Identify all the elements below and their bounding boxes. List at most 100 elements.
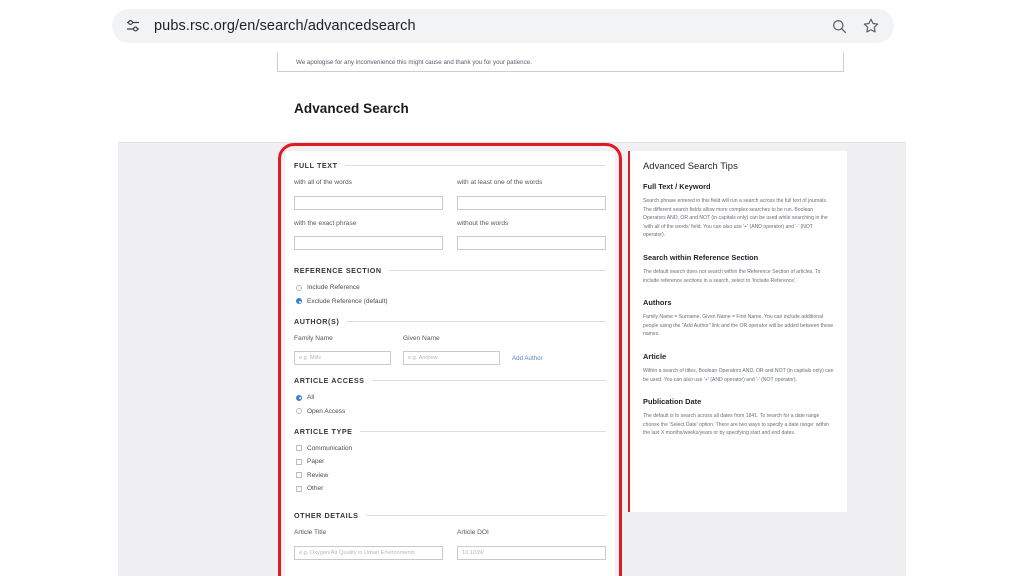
section-header-full-text-label: FULL TEXT	[294, 161, 338, 170]
field-label-all-of-the-words: with all of the words	[294, 179, 352, 186]
field-label-without-the-words: without the words	[457, 219, 509, 227]
radio-access-all[interactable]: All	[296, 393, 606, 402]
field-all-of-the-words: with all of the words	[294, 178, 443, 210]
add-author-link[interactable]: Add Author	[512, 355, 543, 365]
field-given-name: Given Name	[403, 334, 500, 365]
radio-label-include-reference: Include Reference	[307, 284, 360, 291]
tune-sliders-icon[interactable]	[122, 15, 144, 37]
tip-body-publication-date: The default is to search across all date…	[643, 413, 829, 437]
field-exact-phrase: with the exact phrase	[294, 219, 443, 250]
section-divider	[344, 165, 606, 166]
browser-chrome: pubs.rsc.org/en/search/advancedsearch	[0, 0, 1024, 52]
tip-heading-article: Article	[643, 351, 667, 361]
star-bookmark-icon[interactable]	[856, 11, 886, 41]
tip-body-article: Within a search of titles, Boolean Opera…	[643, 367, 834, 383]
checkbox-icon-unchecked[interactable]	[296, 458, 302, 465]
tip-body-authors: Family Name = Surname, Given Name = Firs…	[643, 314, 834, 338]
checkbox-other[interactable]: Other	[296, 484, 606, 493]
full-text-row-1: with all of the words with at least one …	[294, 178, 606, 210]
search-icon[interactable]	[824, 11, 854, 41]
advanced-search-form: FULL TEXT with all of the words with at …	[285, 151, 615, 576]
section-header-authors-label: AUTHOR(S)	[294, 316, 340, 326]
checkbox-icon-unchecked[interactable]	[296, 472, 302, 478]
section-divider	[371, 380, 606, 381]
section-divider	[365, 515, 606, 516]
section-header-authors: AUTHOR(S)	[294, 317, 606, 326]
input-without-the-words[interactable]	[457, 236, 606, 250]
tip-heading-full-text-keyword: Full Text / Keyword	[643, 182, 711, 191]
article-type-options: Communication Paper Review Other	[296, 444, 606, 494]
checkbox-label-review: Review	[307, 471, 329, 479]
input-article-doi[interactable]	[457, 545, 606, 560]
input-given-name[interactable]	[403, 351, 500, 365]
input-family-name[interactable]	[294, 351, 391, 365]
field-label-exact-phrase: with the exact phrase	[294, 219, 357, 227]
checkbox-icon-unchecked[interactable]	[296, 485, 302, 492]
checkbox-label-communication: Communication	[307, 444, 353, 452]
other-details-row: Article Title Article DOI	[294, 528, 606, 560]
field-label-family-name: Family Name	[294, 334, 333, 342]
checkbox-label-paper: Paper	[307, 458, 325, 465]
radio-access-open-access[interactable]: Open Access	[296, 407, 606, 416]
checkbox-paper[interactable]: Paper	[296, 457, 606, 466]
radio-icon-checked[interactable]	[296, 298, 302, 304]
checkbox-communication[interactable]: Communication	[296, 444, 606, 453]
input-article-title[interactable]	[294, 545, 443, 560]
article-access-options: All Open Access	[296, 393, 606, 416]
advanced-search-tips-panel: Advanced Search Tips Full Text / Keyword…	[628, 151, 847, 512]
radio-label-exclude-reference: Exclude Reference (default)	[307, 297, 388, 305]
section-header-reference-section: REFERENCE SECTION	[294, 266, 606, 275]
checkbox-label-other: Other	[307, 485, 324, 492]
input-exact-phrase[interactable]	[294, 236, 443, 250]
author-fields-row: Family Name Given Name Add Author	[294, 334, 606, 365]
field-at-least-one-of-the-words: with at least one of the words	[457, 178, 606, 210]
radio-icon-unchecked[interactable]	[296, 284, 302, 291]
tip-body-full-text-keyword: Search phrase entered in this field will…	[643, 198, 828, 239]
tip-heading-reference-section: Search within Reference Section	[643, 252, 759, 262]
section-divider	[346, 320, 606, 322]
section-header-full-text: FULL TEXT	[294, 161, 606, 170]
radio-exclude-reference[interactable]: Exclude Reference (default)	[296, 297, 606, 306]
tip-heading-authors: Authors	[643, 298, 672, 308]
tip-body-reference-section: The default search does not search withi…	[643, 268, 821, 284]
full-text-row-2: with the exact phrase without the words	[294, 219, 606, 250]
field-article-doi: Article DOI	[457, 528, 606, 560]
radio-icon-unchecked[interactable]	[296, 408, 302, 414]
checkbox-icon-unchecked[interactable]	[296, 445, 302, 451]
reference-section-options: Include Reference Exclude Reference (def…	[296, 283, 606, 306]
section-header-reference-section-label: REFERENCE SECTION	[294, 266, 382, 275]
page-title: Advanced Search	[294, 101, 409, 116]
field-label-at-least-one-of-the-words: with at least one of the words	[457, 179, 543, 186]
field-article-title: Article Title	[294, 528, 443, 560]
section-divider	[359, 430, 606, 432]
section-header-article-access-label: ARTICLE ACCESS	[294, 376, 365, 385]
page-viewport: Access to any catalogue is now restricte…	[0, 52, 1024, 576]
section-header-other-details: OTHER DETAILS	[294, 511, 606, 520]
banner-message: We apologise for any inconvenience this …	[296, 59, 532, 66]
section-divider	[388, 270, 606, 271]
tip-heading-publication-date: Publication Date	[643, 397, 702, 407]
address-bar[interactable]: pubs.rsc.org/en/search/advancedsearch	[112, 9, 894, 43]
radio-label-all: All	[307, 394, 315, 401]
input-all-of-the-words[interactable]	[294, 195, 443, 210]
radio-include-reference[interactable]: Include Reference	[296, 283, 606, 292]
radio-icon-checked[interactable]	[296, 394, 302, 401]
field-label-article-doi: Article DOI	[457, 529, 489, 536]
field-without-the-words: without the words	[457, 219, 606, 250]
field-label-given-name: Given Name	[403, 334, 440, 342]
input-at-least-one-of-the-words[interactable]	[457, 195, 606, 210]
section-header-article-type-label: ARTICLE TYPE	[294, 426, 353, 436]
tips-panel-title: Advanced Search Tips	[643, 160, 738, 171]
radio-label-open-access: Open Access	[307, 407, 346, 415]
section-header-other-details-label: OTHER DETAILS	[294, 511, 359, 520]
field-label-article-title: Article Title	[294, 529, 327, 536]
checkbox-review[interactable]: Review	[296, 471, 606, 480]
field-family-name: Family Name	[294, 334, 391, 365]
section-header-article-type: ARTICLE TYPE	[294, 427, 606, 436]
section-header-article-access: ARTICLE ACCESS	[294, 376, 606, 385]
notification-banner: Access to any catalogue is now restricte…	[277, 52, 844, 72]
url-text[interactable]: pubs.rsc.org/en/search/advancedsearch	[154, 18, 824, 34]
